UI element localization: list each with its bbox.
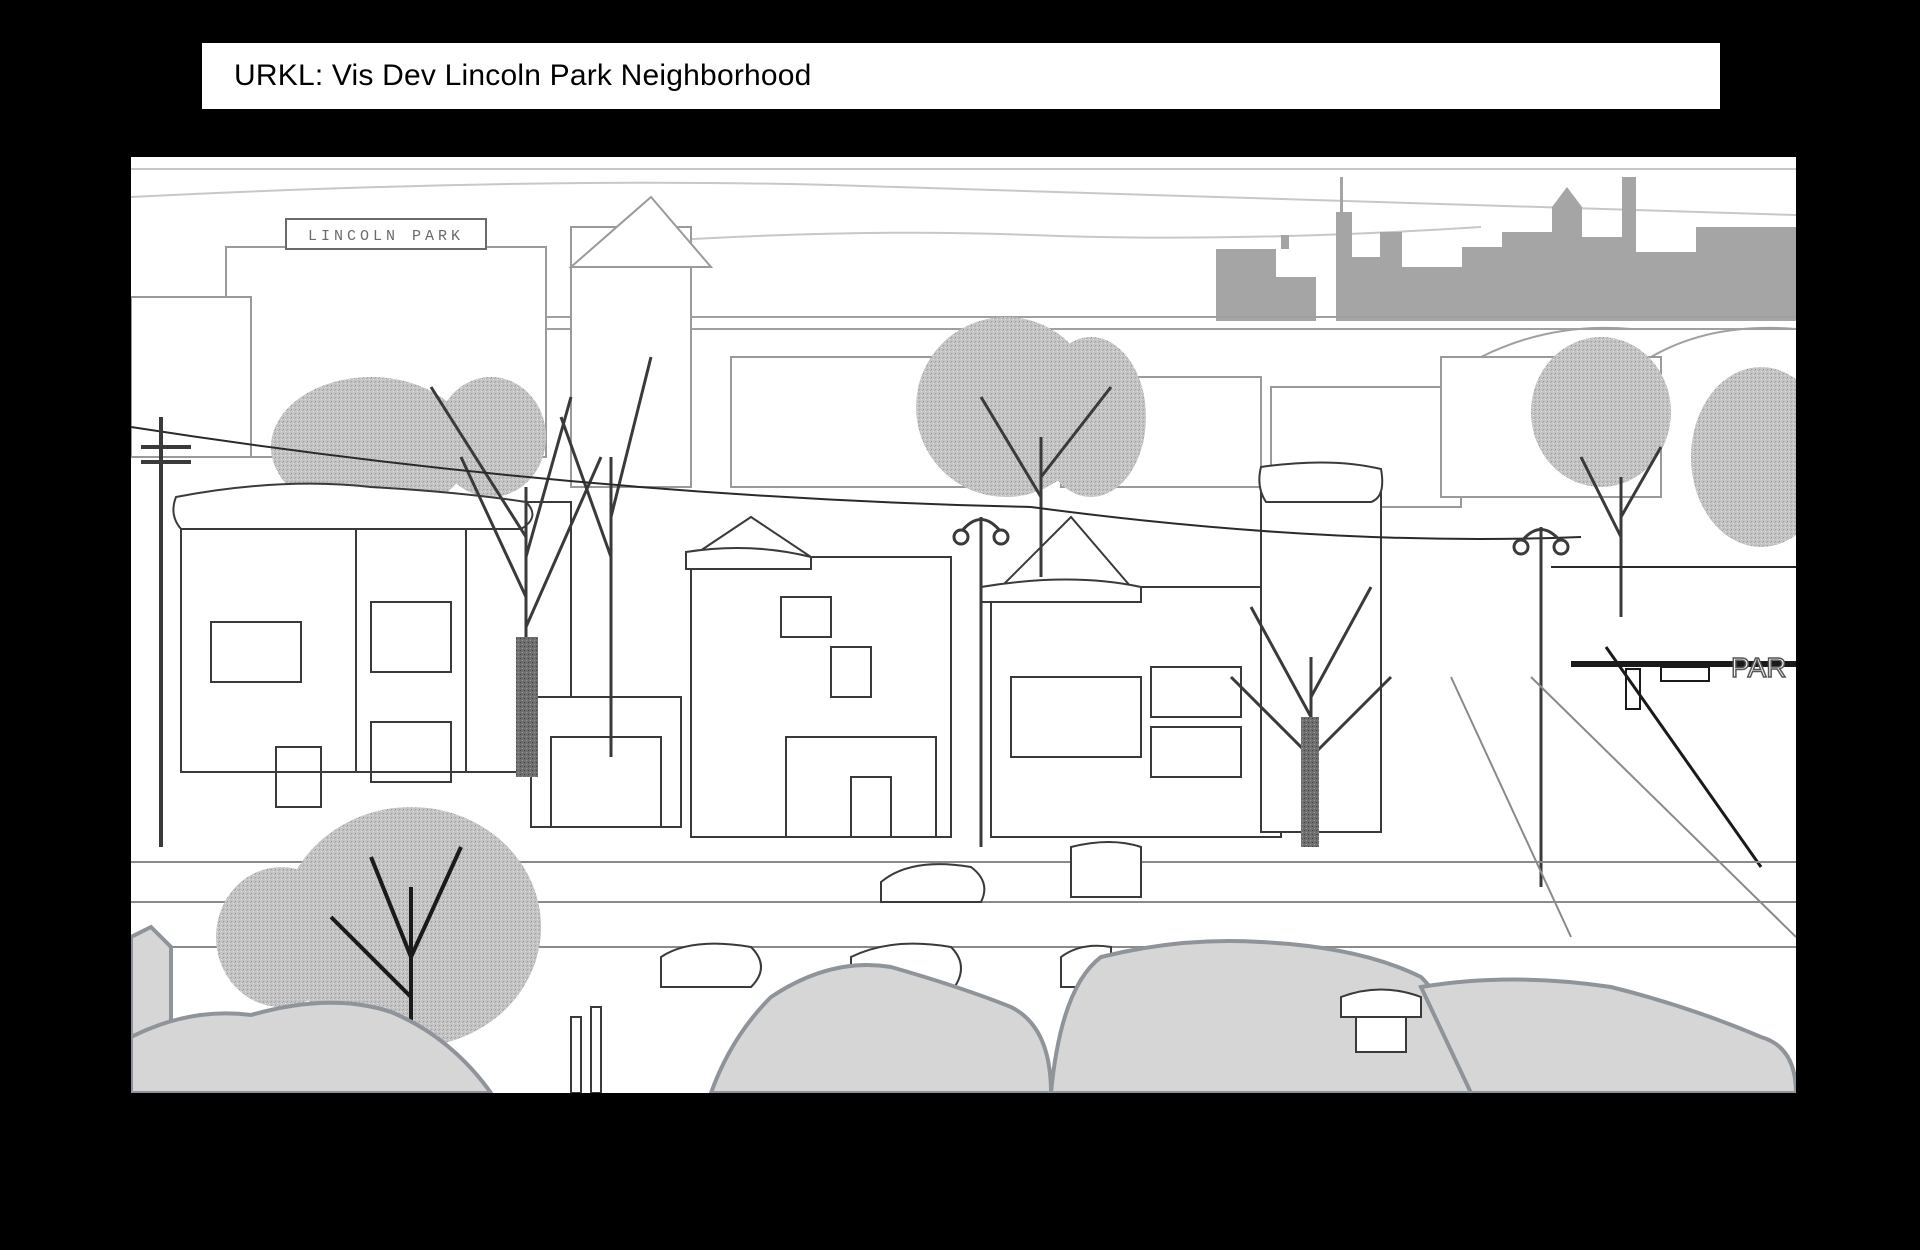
concept-art-illustration: LINCOLN PARK PAR xyxy=(131,157,1796,1093)
lincoln-park-sign-text: LINCOLN PARK xyxy=(308,228,464,245)
tree-trunk xyxy=(516,637,538,777)
tree-trunk xyxy=(1301,717,1319,847)
city-skyline xyxy=(1216,177,1796,321)
presentation-slide: URKL: Vis Dev Lincoln Park Neighborhood xyxy=(0,0,1920,1250)
traffic-signal: PAR xyxy=(1571,646,1796,868)
slide-title: URKL: Vis Dev Lincoln Park Neighborhood xyxy=(234,59,812,92)
title-bar: URKL: Vis Dev Lincoln Park Neighborhood xyxy=(202,43,1720,109)
lincoln-park-sign: LINCOLN PARK xyxy=(285,218,487,250)
neighborhood-sketch: LINCOLN PARK PAR xyxy=(131,168,1796,1093)
park-sign-text: PAR xyxy=(1731,652,1787,683)
